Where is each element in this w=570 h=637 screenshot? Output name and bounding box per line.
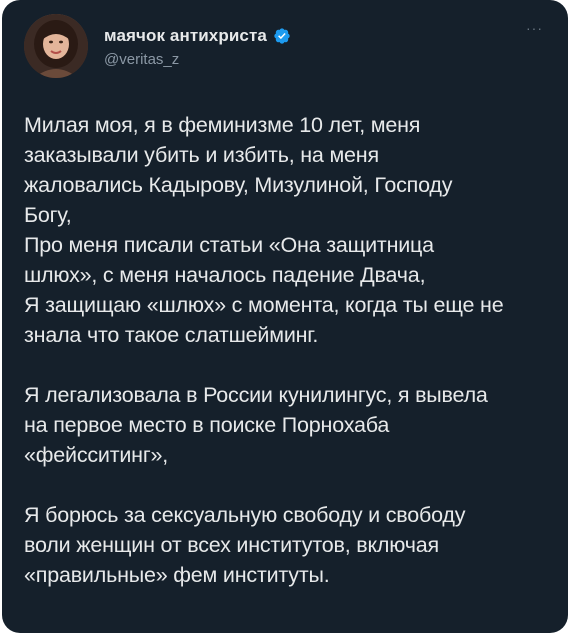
tweet-header: маячок антихриста @veritas_z ··· (24, 14, 548, 78)
handle[interactable]: @veritas_z (104, 51, 179, 68)
avatar-photo-icon (24, 14, 88, 78)
display-name[interactable]: маячок антихриста (104, 26, 267, 46)
tweet-text: Милая моя, я в феминизме 10 лет, меня за… (24, 110, 554, 590)
tweet-paragraph: Милая моя, я в феминизме 10 лет, меня за… (24, 113, 504, 347)
tweet-paragraph: Я легализовала в России кунилингус, я вы… (24, 383, 488, 467)
tweet-paragraph: Я борюсь за сексуальную свободу и свобод… (24, 503, 466, 587)
verified-badge-icon (273, 27, 291, 45)
name-row: маячок антихриста (104, 26, 291, 46)
more-options-icon[interactable]: ··· (526, 21, 546, 35)
avatar[interactable] (24, 14, 88, 78)
tweet-card: маячок антихриста @veritas_z ··· Милая м… (2, 0, 568, 633)
